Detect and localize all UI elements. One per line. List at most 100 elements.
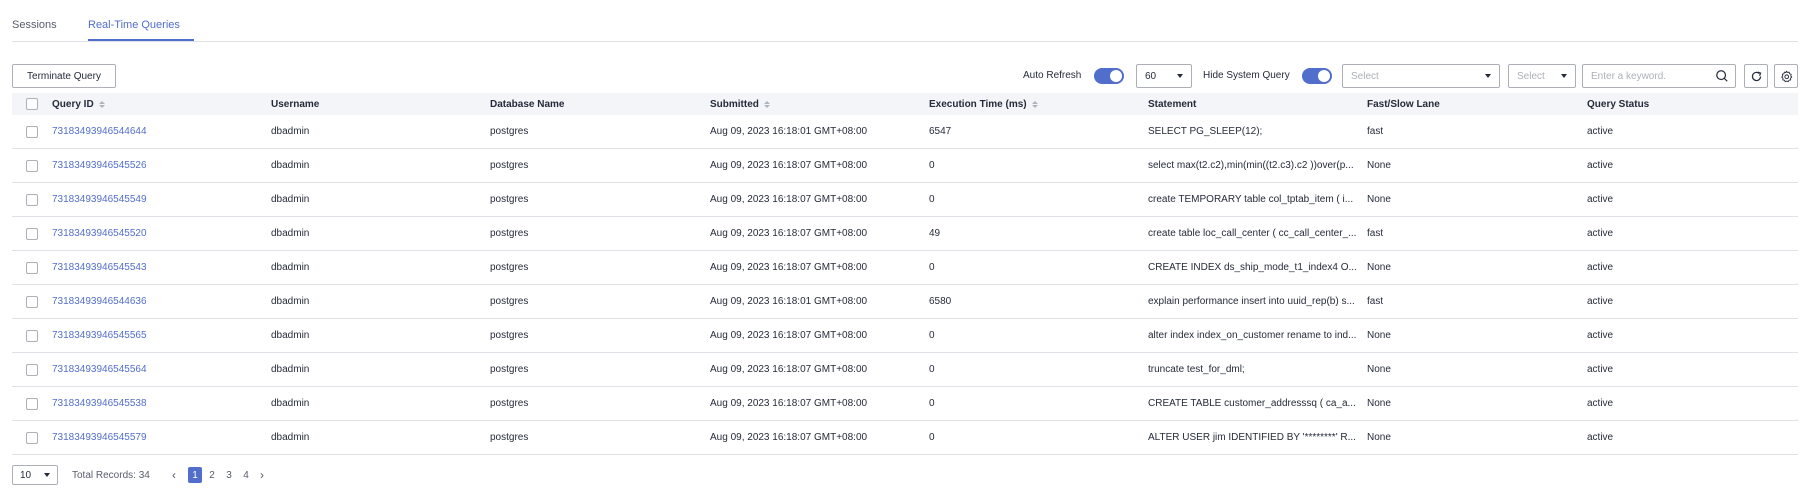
column-header-username: Username xyxy=(271,99,320,110)
cell-lane: None xyxy=(1367,262,1391,273)
cell-database-name: postgres xyxy=(490,364,529,375)
column-label: Query ID xyxy=(52,99,94,110)
pagination: 10 Total Records: 34 ‹ 1 2 3 4 › xyxy=(12,465,612,485)
cell-execution-time: 0 xyxy=(929,330,935,341)
cell-execution-time: 0 xyxy=(929,160,935,171)
cell-database-name: postgres xyxy=(490,330,529,341)
search-input[interactable] xyxy=(1591,70,1715,82)
row-checkbox[interactable] xyxy=(26,228,38,240)
page-size-select[interactable]: 10 xyxy=(12,465,58,485)
table-row[interactable]: 73183493946545579 dbadmin postgres Aug 09, … xyxy=(12,421,1798,455)
gear-icon xyxy=(1780,70,1792,82)
cell-query-status: active xyxy=(1587,194,1614,205)
table-row[interactable]: 73183493946545549 dbadmin postgres Aug 09, … xyxy=(12,183,1798,217)
active-tab-indicator xyxy=(88,39,194,41)
cell-lane: None xyxy=(1367,398,1391,409)
table-row[interactable]: 73183493946545520 dbadmin postgres Aug 09, … xyxy=(12,217,1798,251)
table-row[interactable]: 73183493946544636 dbadmin postgres Aug 09, … xyxy=(12,285,1798,319)
cell-statement: alter index index_on_customer rename to … xyxy=(1148,330,1357,341)
sort-icon xyxy=(763,101,770,108)
page-4[interactable]: 4 xyxy=(239,467,253,483)
row-checkbox[interactable] xyxy=(26,398,38,410)
table-row[interactable]: 73183493946545538 dbadmin postgres Aug 09, … xyxy=(12,387,1798,421)
cell-database-name: postgres xyxy=(490,432,529,443)
row-checkbox[interactable] xyxy=(26,296,38,308)
column-header-database-name: Database Name xyxy=(490,99,565,110)
search-icon[interactable] xyxy=(1715,69,1729,83)
hide-system-query-toggle[interactable] xyxy=(1302,68,1332,84)
prev-page-icon[interactable]: ‹ xyxy=(172,468,176,482)
cell-query-status: active xyxy=(1587,398,1614,409)
cell-username: dbadmin xyxy=(271,160,310,171)
table-row[interactable]: 73183493946544644 dbadmin postgres Aug 09, … xyxy=(12,115,1798,149)
chevron-down-icon xyxy=(1177,74,1183,78)
row-checkbox[interactable] xyxy=(26,432,38,444)
column-header-query-status: Query Status xyxy=(1587,99,1650,110)
cell-query-id[interactable]: 73183493946545579 xyxy=(52,432,147,443)
cell-lane: None xyxy=(1367,364,1391,375)
tab-bar: Sessions Real-Time Queries xyxy=(12,0,1798,42)
filter-select-2[interactable]: Select xyxy=(1508,64,1576,88)
cell-query-status: active xyxy=(1587,432,1614,443)
page-2[interactable]: 2 xyxy=(205,467,219,483)
cell-query-id[interactable]: 73183493946544636 xyxy=(52,296,147,307)
select-all-checkbox[interactable] xyxy=(26,98,38,110)
cell-query-id[interactable]: 73183493946545520 xyxy=(52,228,147,239)
queries-table: Query ID Username Database Name Submitte… xyxy=(12,93,1798,455)
cell-query-id[interactable]: 73183493946545564 xyxy=(52,364,147,375)
row-checkbox[interactable] xyxy=(26,194,38,206)
chevron-down-icon xyxy=(44,473,50,477)
settings-button[interactable] xyxy=(1774,64,1798,88)
column-header-query-id[interactable]: Query ID xyxy=(52,99,105,110)
cell-query-status: active xyxy=(1587,330,1614,341)
refresh-icon xyxy=(1751,70,1761,81)
refresh-button[interactable] xyxy=(1744,64,1768,88)
table-row[interactable]: 73183493946545526 dbadmin postgres Aug 09, … xyxy=(12,149,1798,183)
toolbar: Terminate Query Auto Refresh 60 Hide Sys… xyxy=(12,64,1798,88)
column-header-execution-time[interactable]: Execution Time (ms) xyxy=(929,99,1038,110)
cell-lane: fast xyxy=(1367,126,1384,137)
cell-query-id[interactable]: 73183493946545549 xyxy=(52,194,147,205)
cell-submitted: Aug 09, 2023 16:18:07 GMT+08:00 xyxy=(710,432,868,443)
terminate-query-button[interactable]: Terminate Query xyxy=(12,64,116,88)
row-checkbox[interactable] xyxy=(26,330,38,342)
tab-sessions[interactable]: Sessions xyxy=(12,19,57,31)
cell-query-id[interactable]: 73183493946545543 xyxy=(52,262,147,273)
cell-database-name: postgres xyxy=(490,262,529,273)
cell-query-id[interactable]: 73183493946545526 xyxy=(52,160,147,171)
auto-refresh-toggle[interactable] xyxy=(1094,68,1124,84)
table-row[interactable]: 73183493946545564 dbadmin postgres Aug 09, … xyxy=(12,353,1798,387)
filter-select-1-placeholder: Select xyxy=(1351,70,1379,82)
page-size-value: 10 xyxy=(20,469,32,481)
next-page-icon[interactable]: › xyxy=(260,468,264,482)
cell-submitted: Aug 09, 2023 16:18:07 GMT+08:00 xyxy=(710,262,868,273)
cell-execution-time: 6580 xyxy=(929,296,952,307)
table-row[interactable]: 73183493946545565 dbadmin postgres Aug 09, … xyxy=(12,319,1798,353)
cell-submitted: Aug 09, 2023 16:18:07 GMT+08:00 xyxy=(710,228,868,239)
page-3[interactable]: 3 xyxy=(222,467,236,483)
row-checkbox[interactable] xyxy=(26,364,38,376)
column-header-submitted[interactable]: Submitted xyxy=(710,99,770,110)
cell-query-status: active xyxy=(1587,262,1614,273)
cell-statement: create table loc_call_center ( cc_call_c… xyxy=(1148,228,1357,239)
cell-execution-time: 0 xyxy=(929,262,935,273)
table-row[interactable]: 73183493946545543 dbadmin postgres Aug 09, … xyxy=(12,251,1798,285)
column-header-lane: Fast/Slow Lane xyxy=(1367,99,1440,110)
page-1[interactable]: 1 xyxy=(188,467,202,483)
cell-statement: create TEMPORARY table col_tptab_item ( … xyxy=(1148,194,1354,205)
cell-lane: None xyxy=(1367,330,1391,341)
filter-select-1[interactable]: Select xyxy=(1342,64,1500,88)
cell-query-id[interactable]: 73183493946545565 xyxy=(52,330,147,341)
row-checkbox[interactable] xyxy=(26,160,38,172)
row-checkbox[interactable] xyxy=(26,126,38,138)
cell-username: dbadmin xyxy=(271,330,310,341)
cell-execution-time: 0 xyxy=(929,194,935,205)
tab-real-time-queries[interactable]: Real-Time Queries xyxy=(88,19,180,31)
cell-query-id[interactable]: 73183493946544644 xyxy=(52,126,147,137)
cell-submitted: Aug 09, 2023 16:18:07 GMT+08:00 xyxy=(710,398,868,409)
cell-execution-time: 6547 xyxy=(929,126,952,137)
refresh-interval-select[interactable]: 60 xyxy=(1136,64,1192,88)
cell-query-id[interactable]: 73183493946545538 xyxy=(52,398,147,409)
row-checkbox[interactable] xyxy=(26,262,38,274)
cell-execution-time: 49 xyxy=(929,228,941,239)
